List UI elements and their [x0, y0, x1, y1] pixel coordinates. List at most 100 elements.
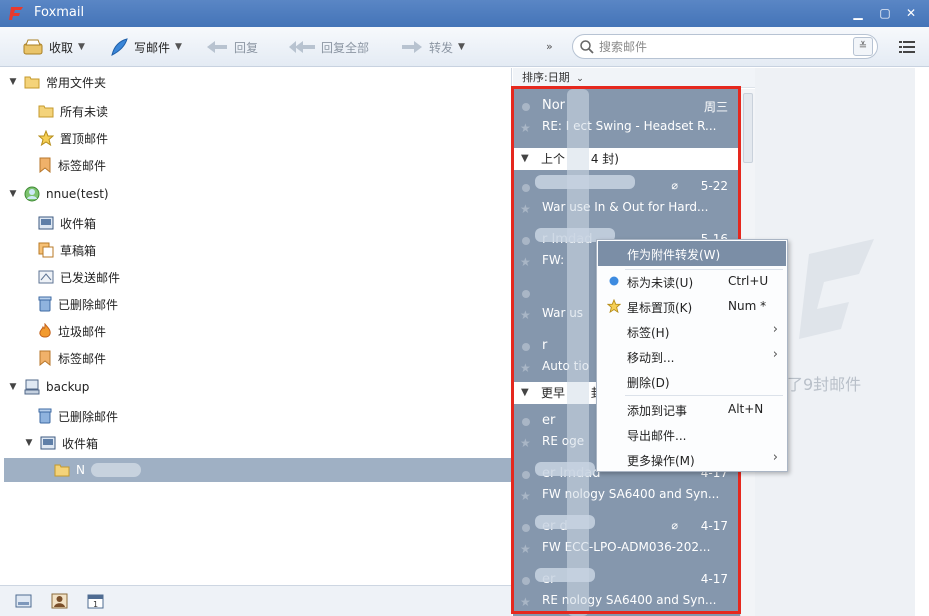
- foxmail-watermark-icon: [799, 239, 874, 339]
- redacted-region: [567, 89, 589, 616]
- star-icon[interactable]: ★: [520, 542, 531, 556]
- compose-label: 写邮件: [134, 40, 171, 55]
- folder-tagged-2[interactable]: 标签邮件: [38, 346, 106, 370]
- chevron-down-icon[interactable]: ▼: [175, 42, 182, 52]
- compose-button[interactable]: 写邮件 ▼: [109, 35, 182, 59]
- search-input[interactable]: [599, 38, 844, 55]
- account-nnue[interactable]: ▼ nnue(test): [8, 182, 109, 206]
- group-header-last-month[interactable]: ▼ 上个 4 封): [513, 148, 740, 170]
- minimize-button[interactable]: ▁: [850, 6, 866, 20]
- collapse-arrow-icon[interactable]: ▼: [521, 382, 529, 404]
- star-icon[interactable]: ★: [520, 489, 531, 503]
- reply-all-button[interactable]: 回复全部: [288, 35, 369, 59]
- star-icon[interactable]: ★: [520, 595, 531, 609]
- module-switcher: 1: [0, 585, 512, 616]
- reply-button[interactable]: 回复: [205, 35, 258, 59]
- folder-junk[interactable]: 垃圾邮件: [38, 319, 106, 343]
- star-icon[interactable]: ★: [520, 436, 531, 450]
- folder-label: 收件箱: [60, 216, 97, 231]
- mail-sender: er: [542, 413, 556, 428]
- collapse-arrow-icon[interactable]: ▼: [521, 148, 529, 170]
- menu-star-pin[interactable]: 星标置顶(K) Num *: [598, 294, 786, 319]
- menu-tag[interactable]: 标签(H) ›: [598, 319, 786, 344]
- menu-delete[interactable]: 删除(D): [598, 369, 786, 394]
- menu-mark-unread[interactable]: 标为未读(U) Ctrl+U: [598, 269, 786, 294]
- fire-icon: [39, 323, 51, 338]
- search-options-dropdown[interactable]: ≚: [853, 37, 873, 56]
- window-title: Foxmail: [34, 5, 85, 20]
- unread-dot-icon: [522, 577, 530, 585]
- folder-group-common[interactable]: ▼ 常用文件夹: [8, 70, 106, 94]
- folder-tagged[interactable]: 标签邮件: [38, 153, 106, 177]
- folder-sent[interactable]: 已发送邮件: [38, 265, 120, 289]
- group-label: 上个: [541, 152, 566, 166]
- folder-deleted[interactable]: 已删除邮件: [38, 292, 118, 316]
- sort-label: 排序:日期: [522, 71, 570, 84]
- maximize-button[interactable]: ▢: [877, 6, 893, 20]
- expand-arrow-icon[interactable]: ▼: [8, 382, 18, 392]
- folder-inbox[interactable]: 收件箱: [38, 211, 96, 235]
- folder-pinned[interactable]: 置顶邮件: [38, 126, 108, 150]
- close-button[interactable]: ✕: [903, 6, 919, 20]
- redacted-region: [535, 175, 635, 189]
- chevron-down-icon[interactable]: ▼: [458, 42, 465, 52]
- folder-deleted-2[interactable]: 已删除邮件: [38, 404, 118, 428]
- expand-arrow-icon[interactable]: ▼: [8, 189, 18, 199]
- mail-date: 4-17: [700, 519, 728, 533]
- attachment-icon: ⌀: [671, 519, 678, 532]
- chevron-down-icon[interactable]: ▼: [78, 42, 85, 52]
- star-icon[interactable]: ★: [520, 121, 531, 135]
- menu-forward-as-attachment[interactable]: 作为附件转发(W): [598, 241, 786, 266]
- group-label: 更早: [541, 386, 566, 400]
- star-icon[interactable]: ★: [520, 308, 531, 322]
- unread-dot-icon: [522, 290, 530, 298]
- unread-dot-icon: [522, 237, 530, 245]
- star-icon[interactable]: ★: [520, 361, 531, 375]
- star-icon[interactable]: ★: [520, 202, 531, 216]
- context-menu: 作为附件转发(W) 标为未读(U) Ctrl+U 星标置顶(K) Num * 标…: [596, 239, 788, 472]
- menu-item-label: 星标置顶(K): [627, 301, 693, 315]
- star-icon[interactable]: ★: [520, 255, 531, 269]
- menu-add-note[interactable]: 添加到记事 Alt+N: [598, 397, 786, 422]
- chevron-right-icon: ›: [772, 347, 778, 362]
- mail-date: 周三: [703, 100, 728, 114]
- chevron-right-icon: ›: [772, 322, 778, 337]
- feather-pen-icon: [111, 38, 128, 56]
- forward-arrow-icon: [402, 41, 422, 53]
- expand-arrow-icon[interactable]: ▼: [24, 438, 34, 448]
- account-backup[interactable]: ▼ backup: [8, 375, 89, 399]
- menu-export[interactable]: 导出邮件...: [598, 422, 786, 447]
- inbox-tray-icon: [23, 39, 43, 55]
- menu-move-to[interactable]: 移动到... ›: [598, 344, 786, 369]
- forward-button[interactable]: 转发 ▼: [400, 35, 465, 59]
- unread-dot-icon: [609, 276, 619, 286]
- mail-module-icon[interactable]: [15, 593, 32, 609]
- menu-item-label: 作为附件转发(W): [627, 248, 721, 262]
- menu-item-label: 删除(D): [627, 376, 670, 390]
- inbox-icon: [38, 216, 54, 230]
- sort-dropdown[interactable]: 排序:日期 ⌄: [513, 68, 755, 88]
- more-tools-button[interactable]: »: [546, 40, 553, 53]
- folder-sub-selected[interactable]: N: [4, 458, 512, 482]
- chevron-right-icon: ›: [772, 450, 778, 465]
- title-bar: Foxmail ▁ ▢ ✕: [0, 0, 929, 27]
- mail-date: 5-22: [700, 179, 728, 193]
- expand-arrow-icon[interactable]: ▼: [8, 77, 18, 87]
- calendar-module-icon[interactable]: 1: [87, 593, 104, 609]
- scrollbar-thumb[interactable]: [743, 93, 753, 163]
- main-menu-icon[interactable]: [899, 40, 915, 54]
- folder-drafts[interactable]: 草稿箱: [38, 238, 96, 262]
- account-label: nnue(test): [46, 187, 109, 201]
- menu-more-actions[interactable]: 更多操作(M) ›: [598, 447, 786, 472]
- forward-label: 转发: [429, 40, 454, 55]
- folder-label: 垃圾邮件: [58, 324, 107, 339]
- trash-icon: [38, 296, 52, 312]
- contacts-module-icon[interactable]: [51, 593, 68, 609]
- folder-label: 常用文件夹: [46, 75, 107, 90]
- folder-inbox-2[interactable]: ▼ 收件箱: [24, 431, 98, 455]
- menu-shortcut: Num *: [728, 299, 767, 313]
- receive-button[interactable]: 收取 ▼: [22, 35, 85, 59]
- mail-item[interactable]: ★ Nor 周三 RE: I ect Swing - Headset R...: [513, 89, 740, 142]
- folder-all-unread[interactable]: 所有未读: [38, 99, 108, 123]
- group-count: 4 封): [590, 152, 619, 166]
